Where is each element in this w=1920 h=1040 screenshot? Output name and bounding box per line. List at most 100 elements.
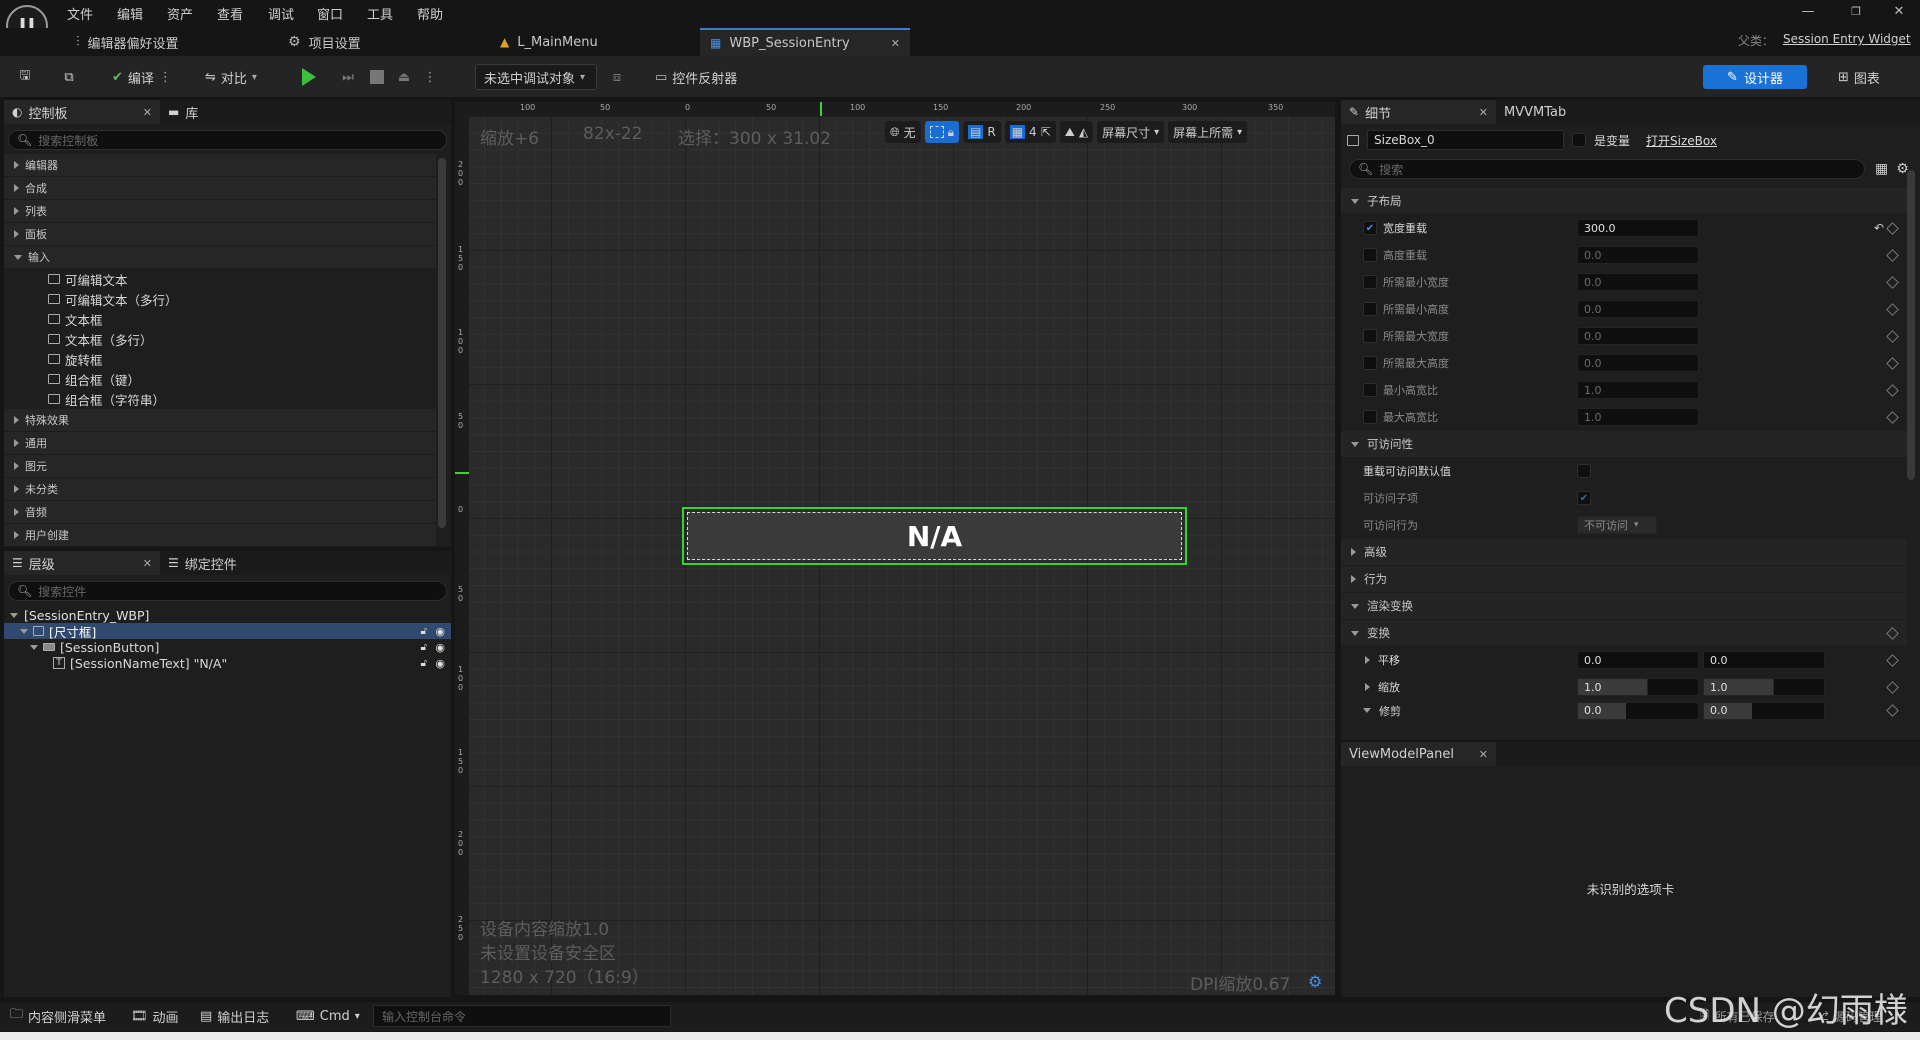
- tab-project-settings[interactable]: ⚙ 项目设置: [278, 28, 371, 56]
- close-tab-icon[interactable]: ✕: [1479, 106, 1488, 119]
- screen-size-select[interactable]: 屏幕尺寸 ▾: [1097, 121, 1165, 143]
- keyframe-diamond-icon[interactable]: [1886, 626, 1899, 640]
- width-override-checkbox[interactable]: ✔: [1363, 221, 1377, 235]
- palette-category-user-created[interactable]: 用户创建: [4, 524, 436, 547]
- shear-x-input[interactable]: 0.0: [1577, 701, 1699, 720]
- height-override-checkbox[interactable]: [1363, 248, 1377, 262]
- keyframe-diamond-icon[interactable]: [1886, 704, 1899, 717]
- selected-sizebox[interactable]: N/A: [682, 507, 1187, 565]
- content-drawer-button[interactable]: 🗀 内容侧滑菜单: [10, 1005, 106, 1027]
- palette-category-common[interactable]: 通用: [4, 432, 436, 455]
- tab-palette[interactable]: ◐ 控制板 ✕: [4, 100, 160, 124]
- close-tab-icon[interactable]: ✕: [891, 37, 900, 50]
- menu-file[interactable]: 文件: [67, 4, 93, 23]
- max-desired-width-checkbox[interactable]: [1363, 329, 1377, 343]
- open-sizebox-link[interactable]: 打开SizeBox: [1646, 132, 1717, 149]
- palette-scrollbar[interactable]: [438, 158, 446, 528]
- tab-hierarchy[interactable]: ☰ 层级 ✕: [4, 551, 160, 575]
- palette-item-combobox-string[interactable]: 组合框（字符串）: [4, 389, 436, 409]
- expand-arrow-icon[interactable]: [1365, 683, 1370, 691]
- is-variable-checkbox[interactable]: [1572, 133, 1586, 147]
- parent-class-link[interactable]: Session Entry Widget: [1783, 32, 1911, 46]
- scale-x-input[interactable]: 1.0: [1577, 678, 1699, 696]
- section-accessibility[interactable]: 可访问性: [1341, 431, 1907, 458]
- section-transform[interactable]: 变换: [1341, 620, 1907, 647]
- menu-view[interactable]: 查看: [217, 4, 243, 23]
- play-icon[interactable]: [302, 68, 316, 86]
- output-log-button[interactable]: ▤ 输出日志: [200, 1005, 269, 1027]
- eject-icon[interactable]: ⏏: [394, 66, 414, 88]
- hierarchy-search-input[interactable]: 🔍︎ 搜索控件: [8, 581, 447, 601]
- widget-name-input[interactable]: SizeBox_0: [1367, 130, 1564, 150]
- menu-debug[interactable]: 调试: [268, 4, 294, 23]
- table-view-icon[interactable]: ▦: [1875, 161, 1888, 177]
- max-desired-height-input[interactable]: 0.0: [1577, 354, 1699, 372]
- tree-item-session-button[interactable]: [SessionButton] 🔓︎ ◉: [4, 639, 451, 655]
- keyframe-diamond-icon[interactable]: [1886, 653, 1899, 667]
- max-desired-width-input[interactable]: 0.0: [1577, 327, 1699, 345]
- palette-category-list[interactable]: 列表: [4, 200, 436, 223]
- eye-icon[interactable]: ◉: [435, 657, 445, 670]
- tab-viewmodel[interactable]: ViewModelPanel ✕: [1341, 742, 1496, 766]
- step-icon[interactable]: ⏭: [338, 66, 358, 88]
- tab-session-entry[interactable]: ▦ WBP_SessionEntry ✕: [700, 28, 910, 56]
- palette-item-textbox[interactable]: 文本框: [4, 309, 436, 329]
- gear-icon[interactable]: ⚙: [1308, 972, 1322, 991]
- translation-y-input[interactable]: 0.0: [1703, 651, 1825, 669]
- compile-button[interactable]: ✔ 编译 ⋮: [112, 64, 172, 90]
- outline-toggle[interactable]: ▤ R: [963, 121, 1001, 143]
- grid-snap-toggle[interactable]: ▦ 4 ⇱: [1004, 121, 1056, 143]
- debug-filter-icon[interactable]: ⧈: [608, 66, 626, 88]
- palette-category-panel[interactable]: 面板: [4, 223, 436, 246]
- palette-category-audio[interactable]: 音频: [4, 501, 436, 524]
- max-aspect-checkbox[interactable]: [1363, 410, 1377, 424]
- tree-item-session-name-text[interactable]: T [SessionNameText] "N/A" 🔓︎ ◉: [4, 655, 451, 671]
- reset-icon[interactable]: ↶: [1874, 221, 1884, 235]
- tab-details[interactable]: ✎ 细节 ✕: [1341, 100, 1496, 124]
- palette-item-combobox-key[interactable]: 组合框（键）: [4, 369, 436, 389]
- menu-window[interactable]: 窗口: [317, 4, 343, 23]
- lock-icon[interactable]: 🔓︎: [421, 626, 427, 637]
- more-icon[interactable]: ⋮: [159, 70, 172, 85]
- graph-mode-button[interactable]: ⊞ 图表: [1838, 64, 1880, 90]
- palette-item-textbox-multiline[interactable]: 文本框（多行）: [4, 329, 436, 349]
- section-behavior[interactable]: 行为: [1341, 566, 1907, 593]
- tab-editor-preferences[interactable]: ⫶ 编辑器偏好设置: [66, 28, 189, 56]
- min-desired-width-checkbox[interactable]: [1363, 275, 1377, 289]
- designer-mode-button[interactable]: ✎ 设计器: [1703, 65, 1807, 89]
- details-search-input[interactable]: 🔍︎ 搜索: [1349, 159, 1865, 179]
- close-tab-icon[interactable]: ✕: [143, 557, 152, 570]
- details-scrollbar[interactable]: [1907, 170, 1915, 480]
- fill-mode-select[interactable]: 屏幕上所需 ▾: [1168, 121, 1248, 143]
- stop-icon[interactable]: [370, 70, 384, 84]
- respect-locks-toggle[interactable]: 🔒︎: [924, 121, 960, 143]
- min-desired-height-input[interactable]: 0.0: [1577, 300, 1699, 318]
- eye-icon[interactable]: ◉: [435, 625, 445, 638]
- keyframe-diamond-icon[interactable]: [1886, 356, 1899, 370]
- width-override-input[interactable]: 300.0: [1577, 219, 1699, 237]
- localization-toggle[interactable]: 🌐︎ 无: [885, 121, 921, 143]
- scale-y-input[interactable]: 1.0: [1703, 678, 1825, 696]
- keyframe-diamond-icon[interactable]: [1886, 383, 1899, 397]
- section-child-layout[interactable]: 子布局: [1341, 188, 1907, 215]
- shear-y-input[interactable]: 0.0: [1703, 701, 1825, 720]
- palette-category-primitive[interactable]: 图元: [4, 455, 436, 478]
- tab-mvvm[interactable]: MVVMTab: [1496, 100, 1574, 124]
- min-aspect-checkbox[interactable]: [1363, 383, 1377, 397]
- keyframe-diamond-icon[interactable]: [1886, 302, 1899, 316]
- palette-category-special-effects[interactable]: 特殊效果: [4, 409, 436, 432]
- menu-tools[interactable]: 工具: [367, 4, 393, 23]
- tab-bind-widgets[interactable]: ☰ 绑定控件: [160, 551, 245, 575]
- session-button-preview[interactable]: N/A: [687, 512, 1182, 560]
- save-icon[interactable]: 🖫: [14, 66, 36, 88]
- palette-item-spinbox[interactable]: 旋转框: [4, 349, 436, 369]
- play-options-icon[interactable]: ⋮: [424, 66, 437, 88]
- cmd-select[interactable]: ⌨ Cmd ▾: [296, 1005, 360, 1027]
- animation-button[interactable]: 🎞︎ 动画: [131, 1005, 179, 1027]
- close-tab-icon[interactable]: ✕: [143, 106, 152, 119]
- lock-icon[interactable]: 🔓︎: [421, 642, 427, 653]
- palette-category-uncategorized[interactable]: 未分类: [4, 478, 436, 501]
- browse-icon[interactable]: ⧉: [58, 66, 80, 88]
- keyframe-diamond-icon[interactable]: [1886, 329, 1899, 343]
- keyframe-diamond-icon[interactable]: [1886, 410, 1899, 424]
